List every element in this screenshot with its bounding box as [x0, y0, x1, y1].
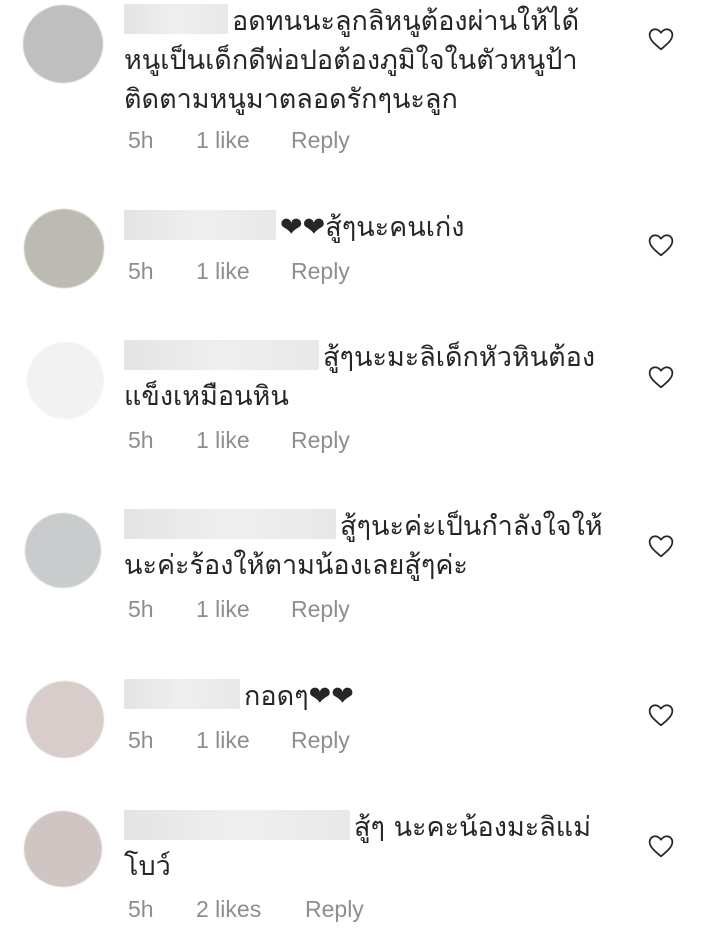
- avatar[interactable]: [24, 811, 102, 887]
- username-redacted[interactable]: [124, 509, 336, 539]
- comment-time: 5h: [128, 127, 154, 153]
- username-redacted[interactable]: [124, 4, 228, 34]
- comment-meta: 5h 1 like Reply: [128, 427, 350, 454]
- comment-meta: 5h 1 like Reply: [128, 258, 350, 285]
- avatar[interactable]: [27, 342, 104, 419]
- comment-meta: 5h 1 like Reply: [128, 127, 350, 154]
- avatar[interactable]: [24, 209, 104, 288]
- heart-icon[interactable]: [648, 365, 674, 389]
- heart-icon[interactable]: [648, 27, 674, 51]
- reply-button[interactable]: Reply: [291, 727, 350, 754]
- avatar[interactable]: [26, 681, 104, 758]
- like-count[interactable]: 1 like: [196, 127, 291, 154]
- heart-icon[interactable]: [648, 834, 674, 858]
- like-count[interactable]: 1 like: [196, 427, 291, 454]
- username-redacted[interactable]: [124, 210, 276, 240]
- reply-button[interactable]: Reply: [291, 427, 350, 454]
- comment-text: ❤❤สู้ๆนะคนเก่ง: [280, 212, 465, 243]
- username-redacted[interactable]: [124, 679, 240, 709]
- avatar[interactable]: [23, 5, 103, 83]
- heart-icon[interactable]: [648, 534, 674, 558]
- like-count[interactable]: 1 like: [196, 596, 291, 623]
- reply-button[interactable]: Reply: [291, 258, 350, 285]
- comment-meta: 5h 2 likes Reply: [128, 896, 364, 923]
- like-count[interactable]: 1 like: [196, 727, 291, 754]
- comment-time: 5h: [128, 427, 154, 453]
- heart-icon[interactable]: [648, 703, 674, 727]
- comment-meta: 5h 1 like Reply: [128, 596, 350, 623]
- heart-icon[interactable]: [648, 233, 674, 257]
- comment-meta: 5h 1 like Reply: [128, 727, 350, 754]
- comment-time: 5h: [128, 258, 154, 284]
- reply-button[interactable]: Reply: [291, 127, 350, 154]
- reply-button[interactable]: Reply: [291, 596, 350, 623]
- username-redacted[interactable]: [124, 340, 319, 370]
- reply-button[interactable]: Reply: [305, 896, 364, 923]
- comment-item: อดทนนะลูกลิหนูต้องผ่านให้ได้ หนูเป็นเด็ก…: [0, 0, 717, 180]
- like-count[interactable]: 2 likes: [196, 896, 305, 923]
- avatar[interactable]: [25, 513, 101, 588]
- comment-time: 5h: [128, 896, 154, 922]
- comment-time: 5h: [128, 596, 154, 622]
- like-count[interactable]: 1 like: [196, 258, 291, 285]
- comment-text: กอดๆ❤❤: [244, 681, 354, 712]
- username-redacted[interactable]: [124, 810, 350, 840]
- comment-time: 5h: [128, 727, 154, 753]
